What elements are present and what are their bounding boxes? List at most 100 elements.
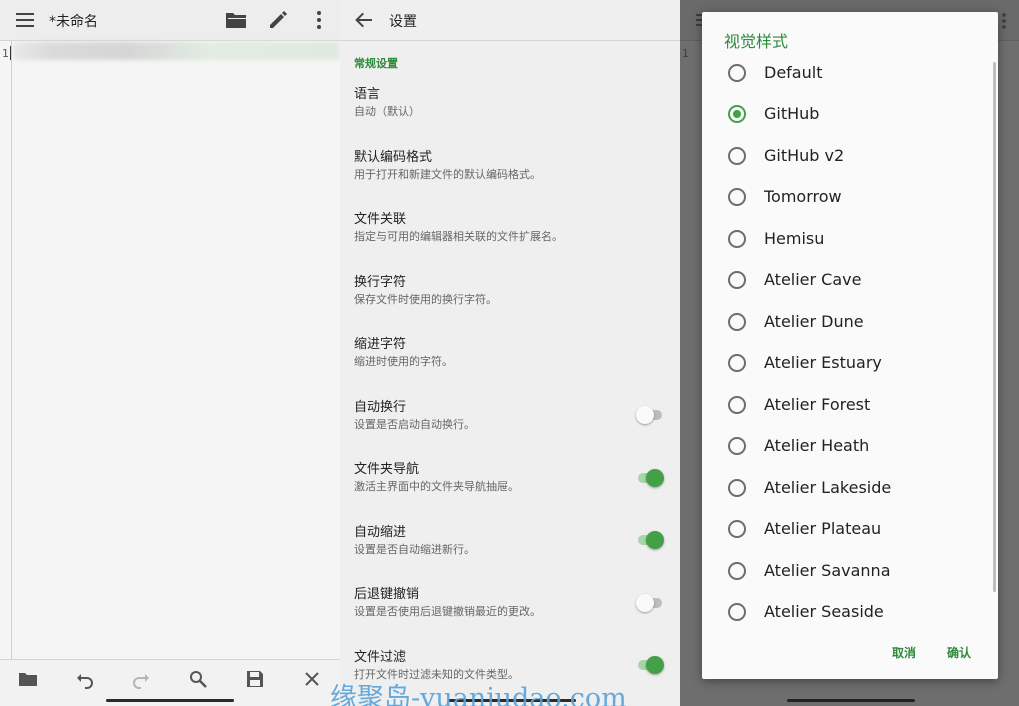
setting-subtitle: 激活主界面中的文件夹导航抽屉。	[354, 480, 519, 493]
setting-word-wrap[interactable]: 自动换行 设置是否启动自动换行。	[354, 399, 664, 433]
setting-language[interactable]: 语言 自动（默认）	[354, 86, 664, 120]
setting-subtitle: 设置是否启动自动换行。	[354, 418, 475, 431]
undo-icon[interactable]	[75, 669, 95, 689]
nav-handle[interactable]	[787, 699, 915, 702]
setting-title: 自动缩进	[354, 525, 407, 540]
radio-icon[interactable]	[728, 271, 746, 289]
setting-title: 文件关联	[354, 212, 407, 227]
setting-auto-indent[interactable]: 自动缩进 设置是否自动缩进新行。	[354, 524, 664, 558]
toggle-word-wrap[interactable]	[636, 405, 664, 425]
theme-option[interactable]: Atelier Savanna	[726, 556, 976, 586]
folder-icon[interactable]	[18, 669, 38, 689]
watermark-text: 缘聚岛-yuanjudao.com	[330, 683, 627, 706]
editor-toolbar: *未命名	[0, 0, 340, 41]
theme-option[interactable]: Atelier Plateau	[726, 514, 976, 544]
dimmed-line-number: 1	[682, 47, 689, 60]
radio-icon[interactable]	[728, 230, 746, 248]
option-label: Atelier Seaside	[764, 602, 884, 621]
option-label: Hemisu	[764, 229, 825, 248]
pencil-icon[interactable]	[267, 9, 289, 31]
radio-icon[interactable]	[728, 313, 746, 331]
radio-icon[interactable]	[728, 520, 746, 538]
setting-indent-char[interactable]: 缩进字符 缩进时使用的字符。	[354, 336, 664, 370]
radio-icon[interactable]	[728, 64, 746, 82]
theme-option[interactable]: Tomorrow	[726, 182, 976, 212]
theme-option[interactable]: GitHub v2	[726, 141, 976, 171]
dialog-scrollbar[interactable]	[993, 62, 996, 592]
section-header: 常规设置	[354, 57, 398, 70]
setting-title: 换行字符	[354, 275, 407, 290]
setting-line-ending[interactable]: 换行字符 保存文件时使用的换行字符。	[354, 274, 664, 308]
theme-option[interactable]: GitHub	[726, 99, 976, 129]
line-number: 1	[2, 47, 9, 60]
blurred-text-line	[14, 42, 340, 60]
toggle-auto-indent[interactable]	[636, 530, 664, 550]
theme-option[interactable]: Atelier Lakeside	[726, 473, 976, 503]
search-icon[interactable]	[188, 669, 208, 689]
back-arrow-icon[interactable]	[355, 11, 373, 29]
option-label: Atelier Dune	[764, 312, 864, 331]
option-label: Atelier Cave	[764, 270, 862, 289]
radio-icon[interactable]	[728, 562, 746, 580]
folder-open-icon[interactable]	[225, 10, 247, 30]
option-label: Atelier Lakeside	[764, 478, 892, 497]
setting-title: 自动换行	[354, 400, 407, 415]
cancel-button[interactable]: 取消	[892, 644, 916, 661]
theme-option[interactable]: Atelier Dune	[726, 307, 976, 337]
radio-icon[interactable]	[728, 147, 746, 165]
theme-option[interactable]: Default	[726, 58, 976, 88]
toggle-folder-navigation[interactable]	[636, 468, 664, 488]
theme-option[interactable]: Atelier Forest	[726, 390, 976, 420]
dimmed-more-icon	[1002, 13, 1006, 29]
settings-title: 设置	[389, 14, 417, 30]
close-icon[interactable]	[302, 669, 322, 689]
option-label: Tomorrow	[764, 187, 842, 206]
setting-title: 文件过滤	[354, 650, 407, 665]
toggle-file-filter[interactable]	[636, 655, 664, 675]
setting-title: 默认编码格式	[354, 150, 433, 165]
setting-file-association[interactable]: 文件关联 指定与可用的编辑器相关联的文件扩展名。	[354, 211, 664, 245]
setting-subtitle: 缩进时使用的字符。	[354, 355, 453, 368]
radio-icon[interactable]	[728, 396, 746, 414]
radio-icon[interactable]	[728, 437, 746, 455]
settings-toolbar: 设置	[340, 0, 680, 41]
redo-icon[interactable]	[131, 669, 151, 689]
settings-panel: 设置 常规设置 语言 自动（默认） 默认编码格式 用于打开和新建文件的默认编码格…	[340, 0, 680, 706]
theme-option[interactable]: Hemisu	[726, 224, 976, 254]
setting-subtitle: 用于打开和新建文件的默认编码格式。	[354, 168, 541, 181]
setting-title: 文件夹导航	[354, 462, 420, 477]
more-vert-icon[interactable]	[309, 9, 329, 31]
radio-icon[interactable]	[728, 354, 746, 372]
line-gutter: 1	[0, 41, 12, 659]
radio-icon[interactable]	[728, 479, 746, 497]
option-label: Atelier Forest	[764, 395, 871, 414]
theme-option[interactable]: Atelier Estuary	[726, 348, 976, 378]
text-cursor	[10, 46, 11, 60]
radio-icon[interactable]	[728, 603, 746, 621]
radio-icon[interactable]	[728, 188, 746, 206]
save-icon[interactable]	[245, 669, 265, 689]
confirm-button[interactable]: 确认	[947, 644, 971, 661]
editor-panel: *未命名 1	[0, 0, 340, 706]
setting-subtitle: 设置是否使用后退键撤销最近的更改。	[354, 605, 541, 618]
dialog-title: 视觉样式	[724, 32, 789, 51]
setting-title: 后退键撤销	[354, 587, 420, 602]
theme-option[interactable]: Atelier Seaside	[726, 597, 976, 627]
option-label: GitHub	[764, 104, 820, 123]
option-label: Atelier Savanna	[764, 561, 891, 580]
radio-checked-icon[interactable]	[728, 105, 746, 123]
toggle-back-undo[interactable]	[636, 593, 664, 613]
theme-option[interactable]: Atelier Cave	[726, 265, 976, 295]
nav-handle[interactable]	[106, 699, 234, 702]
theme-option[interactable]: Atelier Heath	[726, 431, 976, 461]
setting-back-undo[interactable]: 后退键撤销 设置是否使用后退键撤销最近的更改。	[354, 586, 664, 620]
setting-subtitle: 保存文件时使用的换行字符。	[354, 293, 497, 306]
setting-folder-navigation[interactable]: 文件夹导航 激活主界面中的文件夹导航抽屉。	[354, 461, 664, 495]
setting-subtitle: 设置是否自动缩进新行。	[354, 543, 475, 556]
option-label: Atelier Heath	[764, 436, 870, 455]
menu-icon[interactable]	[15, 10, 35, 30]
option-label: Atelier Plateau	[764, 519, 882, 538]
setting-subtitle: 指定与可用的编辑器相关联的文件扩展名。	[354, 230, 563, 243]
setting-default-encoding[interactable]: 默认编码格式 用于打开和新建文件的默认编码格式。	[354, 149, 664, 183]
option-label: GitHub v2	[764, 146, 845, 165]
